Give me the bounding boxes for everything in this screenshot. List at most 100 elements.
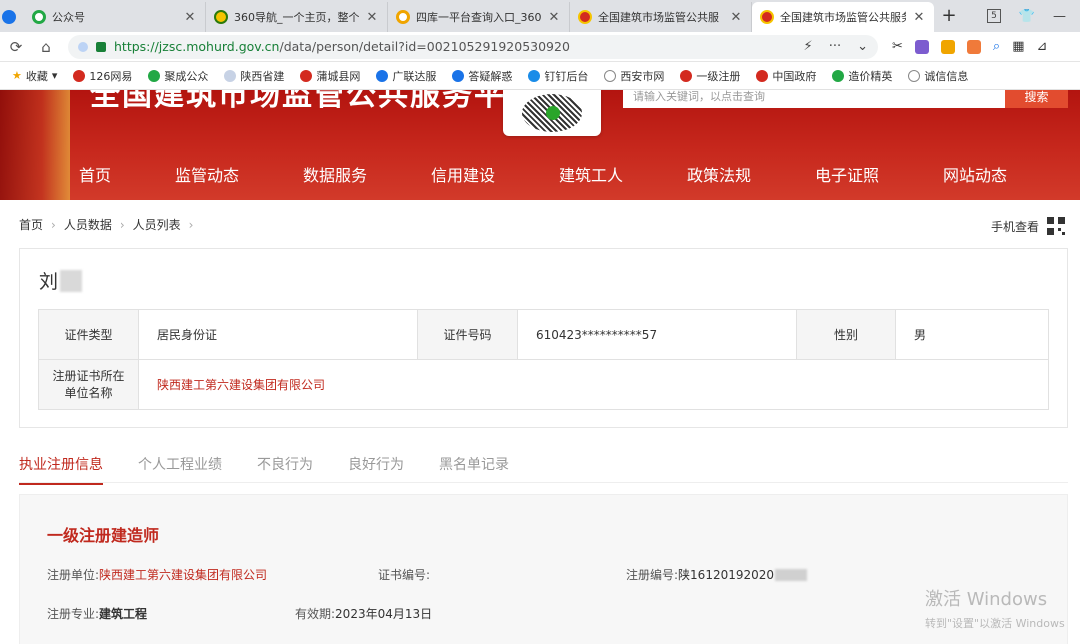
breadcrumb-person-data[interactable]: 人员数据 [64, 216, 112, 233]
translate-extension-icon[interactable] [914, 39, 929, 54]
tab-title: 公众号 [52, 11, 85, 24]
nav-item-policy[interactable]: 政策法规 [687, 162, 751, 186]
360-search-favicon-icon [396, 10, 410, 24]
bookmark-favorites[interactable]: ★ 收藏 ▾ [4, 68, 65, 84]
tab-title: 四库一平台查询入口_360 [416, 11, 541, 24]
tab-close-icon[interactable]: ✕ [547, 10, 561, 25]
bookmark-item[interactable]: 陕西省建 [216, 68, 292, 84]
apps-grid-icon[interactable]: ▦ [1012, 39, 1024, 54]
unit-label: 注册证书所在单位名称 [38, 359, 139, 410]
reload-icon[interactable]: ⟳ [8, 38, 24, 56]
browser-tab-partial[interactable] [0, 2, 24, 32]
reg-no-field: 注册编号: 陕16120192020 [626, 566, 808, 583]
main-nav: 首页 监管动态 数据服务 信用建设 建筑工人 政策法规 电子证照 网站动态 [0, 150, 1080, 194]
gender-label: 性别 [796, 309, 896, 360]
game-extension-icon[interactable] [966, 39, 981, 54]
tab-close-icon[interactable]: ✕ [183, 10, 197, 25]
nav-item-credit[interactable]: 信用建设 [431, 162, 495, 186]
breadcrumb-home[interactable]: 首页 [19, 216, 43, 233]
reg-unit-link[interactable]: 陕西建工第六建设集团有限公司 [99, 566, 267, 583]
tab-registration[interactable]: 执业注册信息 [19, 454, 103, 485]
caret-down-icon: ▾ [51, 69, 58, 82]
home-icon[interactable]: ⌂ [38, 38, 54, 56]
site-brand-title[interactable]: 全国建筑市场监管公共服务平台 [90, 90, 538, 114]
reg-specialty-value: 建筑工程 [99, 607, 148, 621]
glodon-favicon-icon [376, 69, 389, 82]
browser-tab[interactable]: 360导航_一个主页，整个世 ✕ [206, 2, 388, 32]
page-favicon-icon [224, 69, 237, 82]
bookmark-item[interactable]: 126网易 [65, 68, 140, 84]
tab-bad-behavior[interactable]: 不良行为 [257, 454, 313, 485]
redacted-name-mask [60, 269, 83, 292]
browser-tab[interactable]: 四库一平台查询入口_360 ✕ [388, 2, 570, 32]
unit-value-link[interactable]: 陕西建工第六建设集团有限公司 [138, 359, 1049, 410]
nav-item-regulation-news[interactable]: 监管动态 [175, 162, 239, 186]
bookmark-item[interactable]: 西安市网 [596, 68, 672, 84]
reg-validity-field: 有效期: 2023年04月13日 [295, 607, 433, 621]
extension-icons: ✂ ⌕ ▦ ⊿ [892, 39, 1047, 54]
nav-item-data-service[interactable]: 数据服务 [303, 162, 367, 186]
search-icon[interactable]: ⌕ [993, 39, 1000, 54]
windows-activation-watermark: 激活 Windows 转到"设置"以激活 Windows [925, 585, 1065, 631]
bookmark-item[interactable]: 钉钉后台 [520, 68, 596, 84]
nav-item-site-news[interactable]: 网站动态 [943, 162, 1007, 186]
chevron-right-icon: › [188, 217, 194, 232]
url-path-part: /data/person/detail?id=00210529192053092… [279, 39, 570, 54]
shield-extension-icon[interactable] [940, 39, 955, 54]
new-tab-button[interactable]: + [934, 2, 964, 32]
tab-good-behavior[interactable]: 良好行为 [348, 454, 404, 485]
detail-tabs: 执业注册信息 个人工程业绩 不良行为 良好行为 黑名单记录 [19, 454, 544, 485]
minimize-icon[interactable]: — [1053, 9, 1066, 24]
shield-icon [78, 41, 88, 52]
site-search-button[interactable]: 搜索 [1005, 90, 1068, 108]
address-bar: ⟳ ⌂ https://jzsc.mohurd.gov.cn/data/pers… [0, 32, 1080, 62]
browser-tab[interactable]: 全国建筑市场监管公共服 ✕ [570, 2, 752, 32]
national-emblem-favicon-icon [578, 10, 592, 24]
reg-validity-value: 2023年04月13日 [335, 607, 433, 621]
360-favicon-icon [214, 10, 228, 24]
miniprogram-qr-card [503, 90, 601, 136]
browser-tab-active[interactable]: 全国建筑市场监管公共服务 ✕ [752, 2, 934, 32]
scissors-icon[interactable]: ✂ [892, 39, 903, 54]
tab-count-icon[interactable]: 5 [987, 9, 1001, 23]
tab-close-icon[interactable]: ✕ [729, 10, 743, 25]
bookmark-item[interactable]: 一级注册 [672, 68, 748, 84]
id-type-label: 证件类型 [38, 309, 139, 360]
browser-tab[interactable]: 公众号 ✕ [24, 2, 206, 32]
breadcrumb-person-list[interactable]: 人员列表 [133, 216, 181, 233]
url-secure-part: https://jzsc.mohurd.gov.cn [114, 39, 280, 54]
bookmark-item[interactable]: 造价精英 [824, 68, 900, 84]
nav-item-workers[interactable]: 建筑工人 [559, 162, 623, 186]
id-no-label: 证件号码 [417, 309, 518, 360]
bookmark-item[interactable]: 诚信信息 [900, 68, 976, 84]
breadcrumb: 首页 › 人员数据 › 人员列表 › [19, 216, 193, 233]
tab-performance[interactable]: 个人工程业绩 [138, 454, 222, 485]
registration-panel: 一级注册建造师 注册单位: 陕西建工第六建设集团有限公司 证书编号: 注册编号:… [19, 494, 1068, 644]
nav-item-e-license[interactable]: 电子证照 [815, 162, 879, 186]
emblem-favicon-icon [680, 69, 693, 82]
bookmark-item[interactable]: 中国政府 [748, 68, 824, 84]
bookmark-item[interactable]: 蒲城县网 [292, 68, 368, 84]
more-dots-icon[interactable]: ··· [829, 39, 841, 54]
lightning-icon[interactable]: ⚡ [804, 39, 813, 54]
shirt-skin-icon[interactable]: 👕 [1019, 9, 1035, 24]
site-search-input[interactable]: 请输入关键词，以点击查询 [623, 90, 1005, 108]
bookmark-item[interactable]: 聚成公众 [140, 68, 216, 84]
tab-close-icon[interactable]: ✕ [912, 10, 926, 25]
tab-close-icon[interactable]: ✕ [365, 10, 379, 25]
browser-favicon-icon [2, 10, 16, 24]
qr-code-icon [1047, 217, 1066, 235]
bookmark-item[interactable]: 广联达服 [368, 68, 444, 84]
watermark-line-2: 转到"设置"以激活 Windows [925, 617, 1065, 630]
nav-item-home[interactable]: 首页 [79, 162, 111, 186]
chevron-right-icon: › [119, 217, 125, 232]
person-name: 刘 [39, 267, 83, 294]
chevron-down-icon[interactable]: ⌄ [857, 39, 868, 54]
person-info-table: 证件类型 居民身份证 证件号码 610423**********57 性别 男 … [38, 309, 1049, 410]
mobile-view-button[interactable]: 手机查看 [991, 217, 1066, 235]
tab-blacklist[interactable]: 黑名单记录 [439, 454, 509, 485]
extra-icon[interactable]: ⊿ [1036, 39, 1047, 54]
bookmark-item[interactable]: 答疑解惑 [444, 68, 520, 84]
tab-title: 360导航_一个主页，整个世 [234, 11, 359, 24]
url-input[interactable]: https://jzsc.mohurd.gov.cn/data/person/d… [68, 34, 878, 59]
